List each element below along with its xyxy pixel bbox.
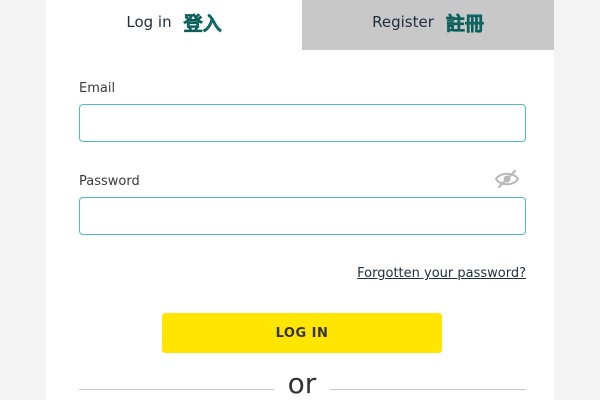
password-field[interactable] bbox=[79, 197, 526, 235]
auth-tabs: Log in 登入 Register 註冊 bbox=[46, 0, 554, 50]
email-field[interactable] bbox=[79, 104, 526, 142]
divider-right bbox=[330, 389, 526, 390]
or-separator-text: or bbox=[287, 367, 317, 400]
tab-register[interactable]: Register 註冊 bbox=[302, 0, 554, 50]
tab-register-cjk-label: 註冊 bbox=[445, 12, 485, 35]
tab-login[interactable]: Log in 登入 bbox=[46, 0, 302, 50]
tab-login-cjk-label: 登入 bbox=[183, 12, 222, 35]
forgot-password-link[interactable]: Forgotten your password? bbox=[357, 266, 526, 281]
password-label: Password bbox=[79, 174, 140, 189]
tab-login-label: Log in bbox=[126, 13, 172, 31]
divider-left bbox=[79, 389, 274, 390]
eye-slash-icon[interactable] bbox=[494, 168, 520, 190]
login-card: Log in 登入 Register 註冊 Email Password For… bbox=[46, 0, 554, 400]
email-label: Email bbox=[79, 81, 116, 96]
tab-register-label: Register bbox=[372, 13, 434, 31]
login-button[interactable]: LOG IN bbox=[162, 313, 442, 353]
